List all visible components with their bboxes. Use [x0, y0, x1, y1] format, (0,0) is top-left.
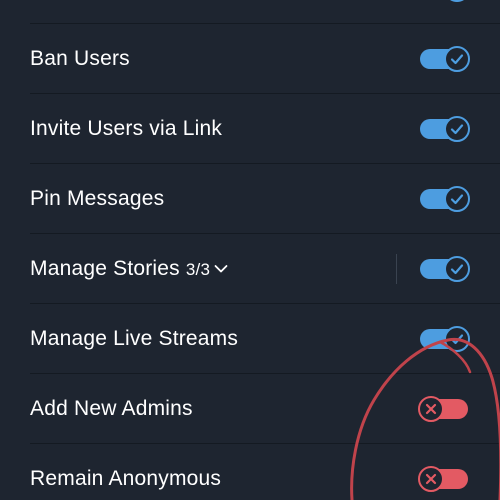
permission-row-manage-stories[interactable]: Manage Stories 3/3 [0, 234, 500, 304]
permission-count: 3/3 [185, 260, 211, 279]
vertical-divider [396, 254, 397, 284]
permission-label[interactable]: Manage Stories 3/3 [30, 257, 228, 281]
permission-label: Remain Anonymous [30, 467, 222, 490]
permission-label: Add New Admins [30, 397, 193, 420]
toggle-remain-anonymous[interactable] [418, 466, 470, 492]
check-icon [444, 186, 470, 212]
toggle-ban-users[interactable] [420, 46, 470, 72]
permission-label-text: Manage Stories [30, 257, 180, 280]
chevron-down-icon[interactable] [214, 264, 228, 274]
check-icon [444, 326, 470, 352]
close-icon [418, 466, 444, 492]
permission-row-ban-users[interactable]: Ban Users [0, 24, 500, 94]
permission-label: Invite Users via Link [30, 117, 223, 140]
check-icon [444, 46, 470, 72]
permission-row-manage-live-streams[interactable]: Manage Live Streams [0, 304, 500, 374]
permission-row-invite-users[interactable]: Invite Users via Link [0, 94, 500, 164]
permission-label: Pin Messages [30, 187, 165, 210]
toggle-partial[interactable] [420, 0, 470, 2]
toggle-add-new-admins[interactable] [418, 396, 470, 422]
permission-label: Ban Users [30, 47, 130, 70]
permission-row-pin-messages[interactable]: Pin Messages [0, 164, 500, 234]
toggle-pin-messages[interactable] [420, 186, 470, 212]
admin-rights-screen: Ban Users Invite Users via Link Pin Mess… [0, 0, 500, 500]
permission-row-add-new-admins[interactable]: Add New Admins [0, 374, 500, 444]
toggle-manage-stories[interactable] [420, 256, 470, 282]
toggle-manage-live-streams[interactable] [420, 326, 470, 352]
toggle-invite-users[interactable] [420, 116, 470, 142]
check-icon [444, 116, 470, 142]
close-icon [418, 396, 444, 422]
permission-label: Manage Live Streams [30, 327, 239, 350]
check-icon [444, 256, 470, 282]
permission-row-partial[interactable] [0, 0, 500, 24]
permission-row-remain-anonymous[interactable]: Remain Anonymous [0, 444, 500, 500]
check-icon [444, 0, 470, 2]
